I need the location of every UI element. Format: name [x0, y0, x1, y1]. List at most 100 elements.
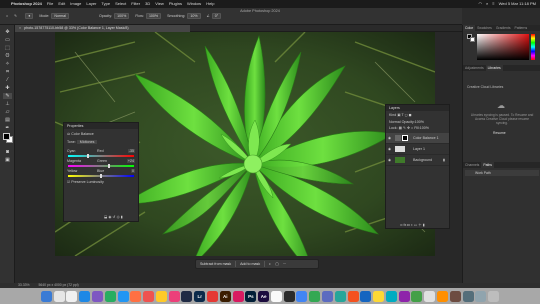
path-item[interactable]: Work Path — [465, 170, 539, 176]
tab-gradients[interactable]: Gradients — [494, 25, 513, 31]
dock-app-icon[interactable] — [309, 290, 321, 302]
foreground-color-swatch[interactable] — [3, 133, 10, 140]
menu-layer[interactable]: Layer — [86, 0, 96, 8]
menu-help[interactable]: Help — [206, 0, 214, 8]
healing-tool-icon[interactable]: ✚ — [3, 85, 12, 91]
dock-app-icon[interactable] — [373, 290, 385, 302]
dock-app-icon[interactable] — [104, 290, 116, 302]
quick-mask-icon[interactable]: ◙ — [3, 149, 12, 155]
add-to-mask-button[interactable]: Add to mask — [240, 262, 260, 266]
color-picker-field[interactable] — [477, 34, 529, 60]
blend-mode-select[interactable]: Normal — [389, 120, 401, 124]
dock-app-icon[interactable] — [411, 290, 423, 302]
link-icon[interactable]: ∞ — [400, 223, 403, 227]
dock-app-icon[interactable] — [206, 290, 218, 302]
dock-app-icon[interactable] — [475, 290, 487, 302]
menu-plugins[interactable]: Plugins — [169, 0, 182, 8]
gradient-tool-icon[interactable]: ▤ — [3, 117, 12, 123]
menu-filter[interactable]: Filter — [131, 0, 140, 8]
dock-app-icon[interactable] — [398, 290, 410, 302]
document-tab[interactable]: × photo-1578775110-bb58 @ 33% (Color Bala… — [15, 25, 190, 32]
visibility-eye-icon[interactable]: ◉ — [388, 136, 391, 140]
wifi-icon[interactable]: ◠ — [478, 0, 482, 8]
angle-field[interactable]: 0° — [211, 13, 222, 19]
tab-channels[interactable]: Channels — [463, 162, 481, 168]
new-adjustment-icon[interactable]: ◑ — [411, 223, 413, 227]
home-icon[interactable]: ⌂ — [6, 14, 8, 18]
menu-select[interactable]: Select — [115, 0, 126, 8]
menu-app-name[interactable]: Photoshop 2024 — [11, 0, 42, 8]
stamp-tool-icon[interactable]: ⊥ — [3, 101, 12, 107]
layer-name[interactable]: Background — [413, 158, 432, 162]
color-slider-track[interactable] — [68, 154, 134, 158]
libraries-title[interactable]: Creative Cloud Libraries — [467, 85, 503, 89]
slider-knob[interactable] — [86, 154, 89, 158]
dock-app-icon[interactable]: Lr — [194, 290, 206, 302]
layer-name[interactable]: Layer 1 — [413, 147, 425, 151]
clip-icon[interactable]: ⬓ — [104, 215, 107, 219]
trash-icon[interactable]: ▮ — [121, 215, 123, 219]
new-group-icon[interactable]: ▭ — [414, 223, 417, 227]
dock-app-icon[interactable] — [40, 290, 52, 302]
dock-app-icon[interactable] — [462, 290, 474, 302]
menu-window[interactable]: Window — [187, 0, 201, 8]
tab-adjustments[interactable]: Adjustments — [463, 65, 486, 71]
dock-app-icon[interactable]: Ps — [245, 290, 257, 302]
slider-knob[interactable] — [100, 174, 102, 178]
dock-app-icon[interactable] — [347, 290, 359, 302]
dock-app-icon[interactable] — [181, 290, 193, 302]
crop-tool-icon[interactable]: ⌗ — [3, 69, 12, 75]
slider-value-field[interactable]: +24 — [126, 159, 135, 163]
dock-app-icon[interactable] — [296, 290, 308, 302]
dock-app-icon[interactable] — [283, 290, 295, 302]
new-layer-icon[interactable]: ＋ — [418, 223, 422, 227]
dock-app-icon[interactable] — [117, 290, 129, 302]
dock-app-icon[interactable] — [424, 290, 436, 302]
menu-view[interactable]: View — [155, 0, 164, 8]
zoom-level[interactable]: 33.33% — [18, 283, 30, 287]
visibility-icon[interactable]: ◎ — [117, 215, 120, 219]
search-icon[interactable]: ⌕ — [486, 0, 488, 8]
dock-app-icon[interactable] — [334, 290, 346, 302]
color-slider-track[interactable] — [68, 174, 134, 178]
resume-sync-button[interactable]: Resume — [493, 131, 506, 135]
menu-file[interactable]: File — [47, 0, 53, 8]
layer-mask-thumbnail[interactable] — [402, 135, 408, 141]
marquee-tool-icon[interactable]: ⬚ — [3, 45, 12, 51]
subtract-from-mask-button[interactable]: Subtract from mask — [200, 262, 231, 266]
document-info[interactable]: 5640 px x 4000 px (72 ppi) — [38, 283, 78, 287]
mask-options-icon[interactable]: ▢ — [275, 262, 278, 266]
hue-slider[interactable] — [531, 34, 535, 60]
menu-type[interactable]: Type — [101, 0, 110, 8]
tab-swatches[interactable]: Swatches — [475, 25, 494, 31]
pen-tool-icon[interactable]: ✒ — [3, 125, 12, 131]
dock-app-icon[interactable] — [168, 290, 180, 302]
menu-image[interactable]: Image — [70, 0, 81, 8]
layer-name[interactable]: Color Balance 1 — [413, 136, 439, 140]
layers-header[interactable]: Layers — [386, 105, 449, 111]
dock-app-icon[interactable]: Ae — [258, 290, 270, 302]
dock-app-icon[interactable] — [79, 290, 91, 302]
eraser-tool-icon[interactable]: ▱ — [3, 109, 12, 115]
view-previous-icon[interactable]: ◉ — [108, 215, 111, 219]
slider-knob[interactable] — [107, 164, 110, 168]
eyedropper-tool-icon[interactable]: ⁄ — [3, 77, 12, 83]
lasso-tool-icon[interactable]: ʘ — [3, 53, 12, 59]
filter-icons[interactable]: ▣ T ◻ ◼ — [397, 113, 411, 117]
menu-edit[interactable]: Edit — [58, 0, 65, 8]
dock-app-icon[interactable] — [53, 290, 65, 302]
tab-patterns[interactable]: Patterns — [513, 25, 530, 31]
slider-value-field[interactable]: 0 — [131, 169, 135, 173]
dock-app-icon[interactable]: Ai — [219, 290, 231, 302]
layer-row[interactable]: ◉ Layer 1 — [386, 144, 449, 155]
brush-tool-icon[interactable]: ✎ — [14, 14, 17, 18]
dock-app-icon[interactable] — [360, 290, 372, 302]
layer-opacity-field[interactable]: 100% — [415, 120, 424, 124]
dock-app-icon[interactable] — [91, 290, 103, 302]
smoothing-field[interactable]: 10% — [187, 13, 201, 19]
screen-mode-icon[interactable]: ▣ — [3, 157, 12, 163]
color-bg-chip[interactable] — [470, 37, 475, 42]
layer-row[interactable]: ◉ Background ▮ — [386, 155, 449, 166]
tab-color[interactable]: Color — [463, 25, 476, 31]
trash-icon[interactable]: ▮ — [423, 223, 425, 227]
